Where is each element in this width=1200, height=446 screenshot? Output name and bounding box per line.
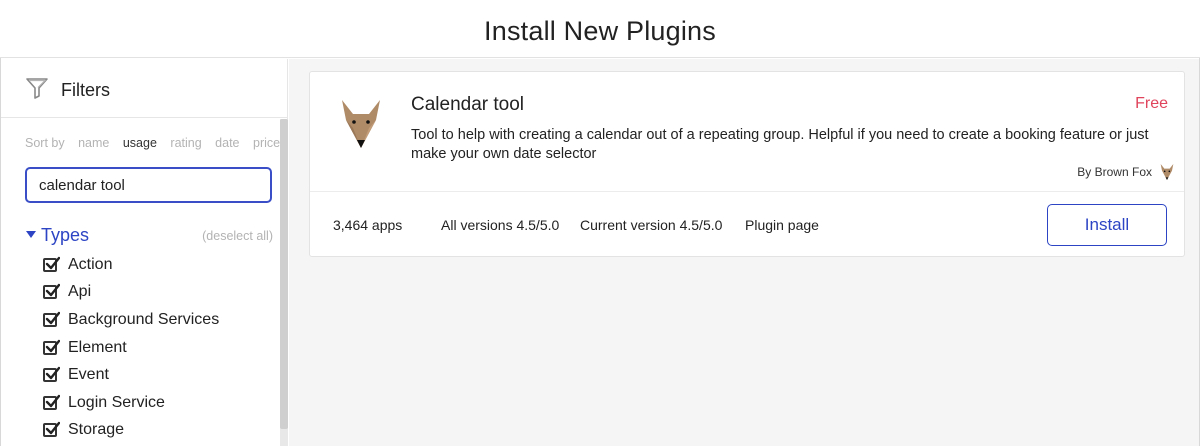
type-filter-label: Api <box>68 283 92 301</box>
author-label: By Brown Fox <box>1077 165 1152 179</box>
type-filter-label: Storage <box>68 421 125 439</box>
type-filter-label: Element <box>68 338 127 356</box>
sort-option-name[interactable]: name <box>78 136 109 150</box>
checkbox-checked-icon[interactable] <box>43 394 60 410</box>
types-label[interactable]: Types <box>41 225 89 246</box>
sort-option-date[interactable]: date <box>215 136 239 150</box>
page-header: Install New Plugins <box>0 0 1200 58</box>
sort-by-bar: Sort by name usage rating date price <box>25 136 290 150</box>
checkbox-checked-icon[interactable] <box>43 256 60 272</box>
type-filter-label: Login Service <box>68 393 165 411</box>
type-filter-element[interactable]: Element <box>43 334 219 362</box>
type-filter-label: Background Services <box>68 310 220 328</box>
caret-down-icon[interactable] <box>26 231 36 238</box>
checkbox-checked-icon[interactable] <box>43 284 60 300</box>
checkbox-checked-icon[interactable] <box>43 339 60 355</box>
plugin-card-footer: 3,464 apps All versions 4.5/5.0 Current … <box>310 193 1184 257</box>
page-title: Install New Plugins <box>484 16 716 46</box>
plugin-card-header: Calendar tool Free Tool to help with cre… <box>310 72 1184 192</box>
sort-option-price[interactable]: price <box>253 136 280 150</box>
checkbox-checked-icon[interactable] <box>43 422 60 438</box>
plugin-page-link[interactable]: Plugin page <box>745 217 819 233</box>
apps-count: 3,464 apps <box>333 217 403 233</box>
plugin-search-input[interactable] <box>25 167 272 203</box>
sidebar-scrollbar[interactable] <box>280 119 288 446</box>
fox-logo-icon <box>342 100 380 148</box>
plugin-results-area: Calendar tool Free Tool to help with cre… <box>289 59 1199 446</box>
plugin-description: Tool to help with creating a calendar ou… <box>411 127 1149 162</box>
type-filter-event[interactable]: Event <box>43 361 219 389</box>
fox-avatar-icon <box>1160 164 1174 180</box>
types-section-header[interactable]: Types (deselect all) <box>25 225 273 247</box>
type-filter-login-service[interactable]: Login Service <box>43 389 219 417</box>
plugin-card: Calendar tool Free Tool to help with cre… <box>309 71 1185 257</box>
all-versions-rating: All versions 4.5/5.0 <box>441 217 560 233</box>
type-filter-label: Event <box>68 366 109 384</box>
sort-option-usage[interactable]: usage <box>123 136 157 150</box>
type-filter-api[interactable]: Api <box>43 279 219 307</box>
plugin-price: Free <box>1135 95 1168 112</box>
checkbox-checked-icon[interactable] <box>43 366 60 383</box>
plugin-author: By Brown Fox <box>1077 162 1174 182</box>
funnel-icon <box>26 78 48 99</box>
checkbox-checked-icon[interactable] <box>43 311 60 327</box>
type-filter-action[interactable]: Action <box>43 251 219 279</box>
filters-header: Filters <box>1 59 288 118</box>
current-version-rating: Current version 4.5/5.0 <box>580 217 723 233</box>
install-button[interactable]: Install <box>1047 204 1167 246</box>
sort-option-rating[interactable]: rating <box>170 136 201 150</box>
type-filter-storage[interactable]: Storage <box>43 417 219 445</box>
deselect-all-link[interactable]: (deselect all) <box>202 229 273 243</box>
sort-by-label: Sort by <box>25 136 65 150</box>
filters-label: Filters <box>61 80 110 100</box>
scrollbar-thumb[interactable] <box>280 119 288 429</box>
type-filter-label: Action <box>68 255 113 273</box>
type-filter-background-services[interactable]: Background Services <box>43 306 219 334</box>
filters-sidebar: Filters Sort by name usage rating date p… <box>1 59 288 446</box>
plugin-name[interactable]: Calendar tool <box>411 94 524 116</box>
type-filter-list: Action Api Background Services Element E… <box>43 251 219 444</box>
